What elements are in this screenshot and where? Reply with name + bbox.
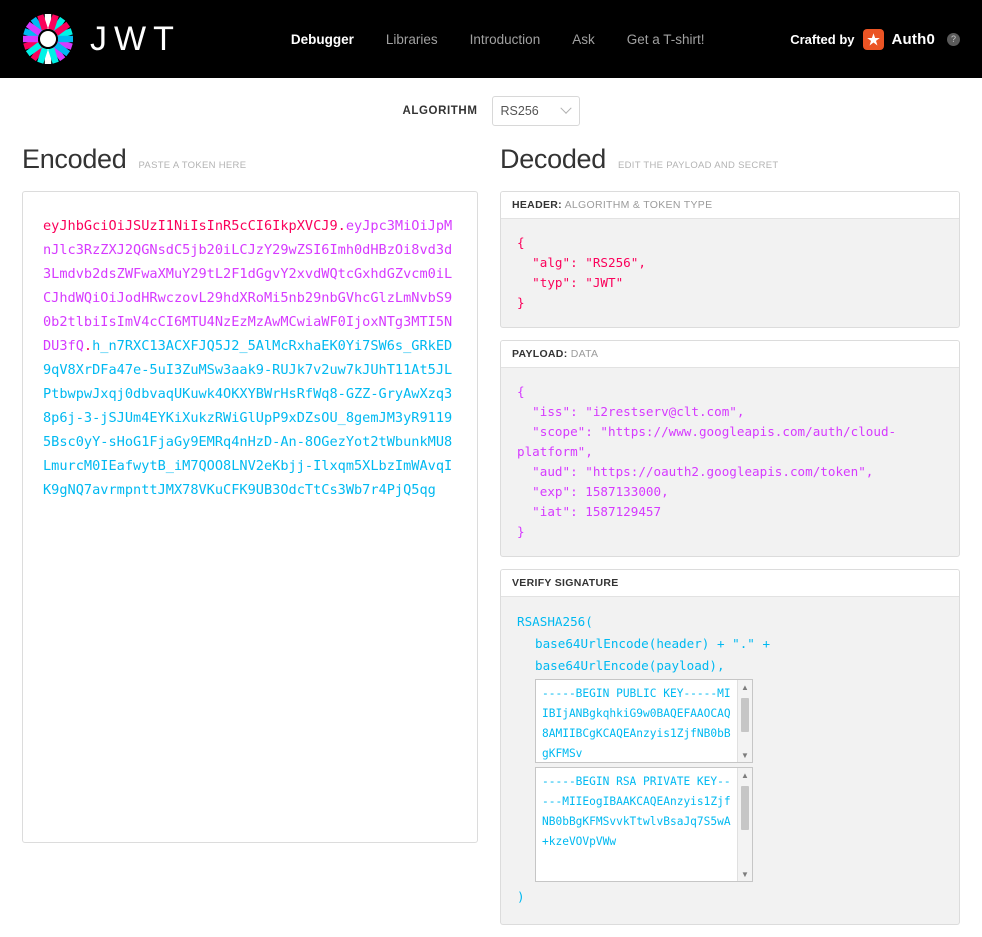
token-signature-segment: h_n7RXC13ACXFJQ5J2_5AlMcRxhaEK0Yi7SW6s_G… xyxy=(43,338,453,498)
signature-closing-paren: ) xyxy=(517,889,525,904)
header-label-light: ALGORITHM & TOKEN TYPE xyxy=(564,199,713,211)
scroll-down-icon[interactable]: ▼ xyxy=(738,748,752,762)
token-separator-1: . xyxy=(337,218,346,234)
verify-signature-panel-title: VERIFY SIGNATURE xyxy=(501,570,959,597)
private-key-scrollbar[interactable]: ▲ ▼ xyxy=(737,768,752,881)
auth0-label: Auth0 xyxy=(891,30,935,48)
nav-link-debugger[interactable]: Debugger xyxy=(291,32,354,47)
brand-logo[interactable]: JWT xyxy=(22,13,181,65)
private-key-scroll-thumb[interactable] xyxy=(741,786,749,830)
payload-label-light: DATA xyxy=(570,348,599,360)
top-navbar: JWT Debugger Libraries Introduction Ask … xyxy=(0,0,982,78)
public-key-input[interactable]: -----BEGIN PUBLIC KEY-----MIIBIjANBgkqhk… xyxy=(535,679,753,763)
encoded-column: Encoded PASTE A TOKEN HERE eyJhbGciOiJSU… xyxy=(22,144,478,937)
header-label-strong: HEADER: xyxy=(512,199,562,211)
scroll-up-icon[interactable]: ▲ xyxy=(738,680,752,694)
public-key-text: -----BEGIN PUBLIC KEY-----MIIBIjANBgkqhk… xyxy=(542,687,731,760)
private-key-wrap: -----BEGIN RSA PRIVATE KEY-----MIIEogIBA… xyxy=(517,767,943,882)
token-payload-segment: eyJpc3MiOiJpMnJlc3RzZXJ2QGNsdC5jb20iLCJz… xyxy=(43,218,453,354)
private-key-scroll-track[interactable] xyxy=(738,782,752,867)
algorithm-select[interactable]: RS256 xyxy=(491,96,580,126)
signature-algorithm-line: RSASHA256( xyxy=(517,614,593,629)
public-key-scrollbar[interactable]: ▲ ▼ xyxy=(737,680,752,762)
decoded-header-panel-title: HEADER: ALGORITHM & TOKEN TYPE xyxy=(501,192,959,219)
decoded-payload-panel: PAYLOAD: DATA { "iss": "i2restserv@clt.c… xyxy=(500,340,960,557)
signature-base64-header-line: base64UrlEncode(header) + "." + xyxy=(535,636,771,651)
token-separator-2: . xyxy=(83,338,93,354)
payload-label-strong: PAYLOAD: xyxy=(512,348,568,360)
jwt-starburst-logo-icon xyxy=(22,13,74,65)
nav-link-introduction[interactable]: Introduction xyxy=(470,32,541,47)
encoded-token-input[interactable]: eyJhbGciOiJSUzI1NiIsInR5cCI6IkpXVCJ9.eyJ… xyxy=(22,191,478,843)
private-key-text: -----BEGIN RSA PRIVATE KEY-----MIIEogIBA… xyxy=(542,775,731,848)
algorithm-row: ALGORITHM RS256 xyxy=(0,78,982,144)
decoded-payload-panel-title: PAYLOAD: DATA xyxy=(501,341,959,368)
public-key-scroll-thumb[interactable] xyxy=(741,698,749,732)
decoded-header-panel: HEADER: ALGORITHM & TOKEN TYPE { "alg": … xyxy=(500,191,960,328)
main-columns: Encoded PASTE A TOKEN HERE eyJhbGciOiJSU… xyxy=(0,144,982,937)
scroll-up-icon[interactable]: ▲ xyxy=(738,768,752,782)
scroll-down-icon[interactable]: ▼ xyxy=(738,867,752,881)
public-key-scroll-track[interactable] xyxy=(738,694,752,748)
decoded-header-json[interactable]: { "alg": "RS256", "typ": "JWT" } xyxy=(501,219,959,327)
crafted-by-auth0[interactable]: Crafted by Auth0 ? xyxy=(790,28,960,50)
public-key-wrap: -----BEGIN PUBLIC KEY-----MIIBIjANBgkqhk… xyxy=(517,679,943,763)
verify-signature-panel: VERIFY SIGNATURE RSASHA256( base64UrlEnc… xyxy=(500,569,960,925)
auth0-badge-icon xyxy=(862,28,884,50)
token-text: eyJhbGciOiJSUzI1NiIsInR5cCI6IkpXVCJ9.eyJ… xyxy=(43,214,457,502)
nav-link-libraries[interactable]: Libraries xyxy=(386,32,438,47)
encoded-title: Encoded xyxy=(22,144,127,174)
signature-base64-payload-line: base64UrlEncode(payload), xyxy=(535,658,725,673)
algorithm-label: ALGORITHM xyxy=(402,105,478,117)
decoded-payload-json[interactable]: { "iss": "i2restserv@clt.com", "scope": … xyxy=(501,368,959,556)
algorithm-selected-value: RS256 xyxy=(500,104,539,118)
nav-links: Debugger Libraries Introduction Ask Get … xyxy=(291,32,705,47)
nav-link-get-a-tshirt[interactable]: Get a T-shirt! xyxy=(627,32,705,47)
nav-link-ask[interactable]: Ask xyxy=(572,32,595,47)
decoded-title-row: Decoded EDIT THE PAYLOAD AND SECRET xyxy=(500,144,960,175)
decoded-subtitle: EDIT THE PAYLOAD AND SECRET xyxy=(617,160,779,171)
decoded-column: Decoded EDIT THE PAYLOAD AND SECRET HEAD… xyxy=(500,144,960,937)
private-key-input[interactable]: -----BEGIN RSA PRIVATE KEY-----MIIEogIBA… xyxy=(535,767,753,882)
help-icon[interactable]: ? xyxy=(947,32,960,46)
signature-label: VERIFY SIGNATURE xyxy=(512,577,619,589)
encoded-subtitle: PASTE A TOKEN HERE xyxy=(138,160,247,171)
verify-signature-body: RSASHA256( base64UrlEncode(header) + "."… xyxy=(501,597,959,924)
chevron-down-icon xyxy=(559,102,572,114)
brand-wordmark: JWT xyxy=(90,20,181,58)
token-header-segment: eyJhbGciOiJSUzI1NiIsInR5cCI6IkpXVCJ9 xyxy=(43,218,338,234)
encoded-title-row: Encoded PASTE A TOKEN HERE xyxy=(22,144,478,175)
decoded-title: Decoded xyxy=(500,144,606,174)
crafted-by-label: Crafted by xyxy=(790,31,855,47)
